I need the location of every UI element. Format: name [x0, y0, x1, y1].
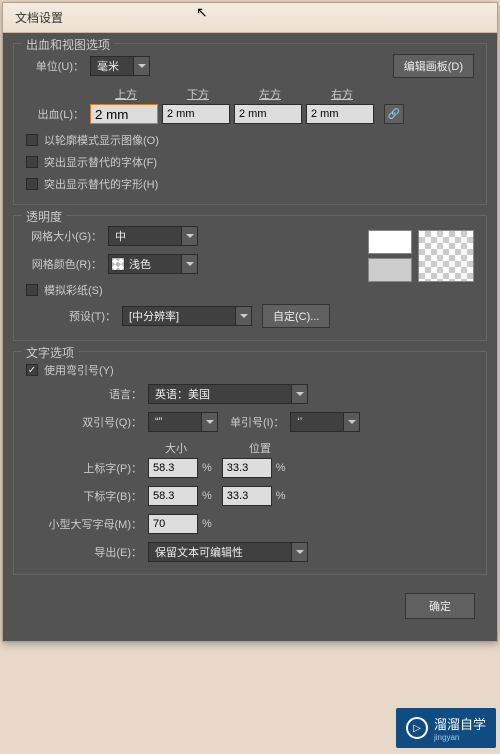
bleed-top-input[interactable]: [90, 104, 158, 124]
button-bar: 确定: [13, 585, 487, 631]
bleed-top-label: 上方: [90, 86, 162, 102]
checkbox-icon: [26, 178, 38, 190]
transparency-group: 透明度 网格大小(G)： 中 网格颜色(R)： 浅色: [13, 215, 487, 341]
simulate-paper-label: 模拟彩纸(S): [44, 282, 103, 298]
export-dropdown[interactable]: 保留文本可编辑性: [148, 542, 308, 562]
outline-mode-checkbox[interactable]: 以轮廓模式显示图像(O): [26, 132, 474, 148]
curly-quotes-label: 使用弯引号(Y): [44, 362, 114, 378]
checkbox-icon: [26, 134, 38, 146]
swatch-checker-preview: [418, 230, 474, 282]
outline-mode-label: 以轮廓模式显示图像(O): [44, 132, 159, 148]
size-header: 大小: [148, 440, 204, 456]
bleed-left-input[interactable]: [234, 104, 302, 124]
chevron-down-icon: [291, 385, 307, 403]
text-group-title: 文字选项: [22, 344, 78, 361]
preset-value: [中分辨率]: [123, 308, 235, 324]
transparency-group-title: 透明度: [22, 208, 66, 225]
bleed-group: 出血和视图选项 单位(U)： 毫米 编辑画板(D) 上方 下方 左方 右方 出血…: [13, 43, 487, 205]
single-quote-value: ‘’: [291, 416, 343, 428]
curly-quotes-checkbox[interactable]: 使用弯引号(Y): [26, 362, 474, 378]
chevron-down-icon: [343, 413, 359, 431]
bleed-left-label: 左方: [234, 86, 306, 102]
superscript-size-input[interactable]: [148, 458, 198, 478]
smallcaps-input[interactable]: [148, 514, 198, 534]
subscript-label: 下标字(B)：: [26, 488, 142, 504]
simulate-paper-checkbox[interactable]: 模拟彩纸(S): [26, 282, 368, 298]
smallcaps-label: 小型大写字母(M)：: [26, 516, 142, 532]
swatch-gray[interactable]: [368, 258, 412, 282]
grid-size-dropdown[interactable]: 中: [108, 226, 198, 246]
percent-label: %: [276, 490, 286, 502]
dialog-content: 出血和视图选项 单位(U)： 毫米 编辑画板(D) 上方 下方 左方 右方 出血…: [3, 33, 497, 641]
ok-button[interactable]: 确定: [405, 593, 475, 619]
double-quote-dropdown[interactable]: “”: [148, 412, 218, 432]
bleed-bottom-label: 下方: [162, 86, 234, 102]
highlight-glyph-label: 突出显示替代的字形(H): [44, 176, 158, 192]
percent-label: %: [202, 490, 212, 502]
swatch-white[interactable]: [368, 230, 412, 254]
chevron-down-icon: [181, 255, 197, 273]
percent-label: %: [276, 462, 286, 474]
bleed-right-input[interactable]: [306, 104, 374, 124]
edit-artboards-button[interactable]: 编辑画板(D): [393, 54, 474, 78]
chevron-down-icon: [201, 413, 217, 431]
checkbox-checked-icon: [26, 364, 38, 376]
play-icon: ▷: [406, 717, 428, 739]
bleed-right-label: 右方: [306, 86, 378, 102]
subscript-pos-input[interactable]: [222, 486, 272, 506]
unit-value: 毫米: [91, 58, 133, 74]
language-value: 英语：美国: [149, 386, 291, 402]
single-quote-dropdown[interactable]: ‘’: [290, 412, 360, 432]
percent-label: %: [202, 462, 212, 474]
preset-dropdown[interactable]: [中分辨率]: [122, 306, 252, 326]
watermark-sub: jingyan: [434, 733, 486, 742]
grid-color-value: 浅色: [129, 256, 181, 272]
language-label: 语言：: [26, 386, 142, 402]
swatch-inline-icon: [111, 257, 125, 271]
unit-label: 单位(U)：: [26, 58, 84, 74]
superscript-label: 上标字(P)：: [26, 460, 142, 476]
grid-size-value: 中: [109, 228, 181, 244]
watermark-brand: 溜溜自学: [434, 714, 486, 733]
text-group: 文字选项 使用弯引号(Y) 语言： 英语：美国 双引号(Q)： “” 单引号(I…: [13, 351, 487, 575]
titlebar: 文档设置: [3, 3, 497, 33]
double-quote-value: “”: [149, 416, 201, 428]
export-label: 导出(E)：: [26, 544, 142, 560]
double-quote-label: 双引号(Q)：: [26, 414, 142, 430]
grid-color-label: 网格颜色(R)：: [26, 256, 102, 272]
bleed-label: 出血(L)：: [26, 106, 84, 122]
superscript-pos-input[interactable]: [222, 458, 272, 478]
chevron-down-icon: [181, 227, 197, 245]
window-title: 文档设置: [15, 11, 63, 25]
highlight-glyph-checkbox[interactable]: 突出显示替代的字形(H): [26, 176, 474, 192]
watermark: ▷ 溜溜自学 jingyan: [396, 708, 496, 748]
link-icon[interactable]: [384, 104, 404, 124]
bleed-group-title: 出血和视图选项: [22, 36, 114, 53]
custom-button[interactable]: 自定(C)...: [262, 304, 330, 328]
percent-label: %: [202, 518, 212, 530]
subscript-size-input[interactable]: [148, 486, 198, 506]
export-value: 保留文本可编辑性: [149, 544, 291, 560]
dialog-window: 文档设置 ↖ 出血和视图选项 单位(U)： 毫米 编辑画板(D) 上方 下方 左…: [2, 2, 498, 642]
highlight-font-checkbox[interactable]: 突出显示替代的字体(F): [26, 154, 474, 170]
position-header: 位置: [232, 440, 288, 456]
chevron-down-icon: [291, 543, 307, 561]
chevron-down-icon: [133, 57, 149, 75]
grid-color-dropdown[interactable]: 浅色: [108, 254, 198, 274]
checkbox-icon: [26, 156, 38, 168]
bleed-bottom-input[interactable]: [162, 104, 230, 124]
highlight-font-label: 突出显示替代的字体(F): [44, 154, 157, 170]
grid-size-label: 网格大小(G)：: [26, 228, 102, 244]
preset-label: 预设(T)：: [26, 308, 116, 324]
single-quote-label: 单引号(I)：: [230, 414, 284, 430]
language-dropdown[interactable]: 英语：美国: [148, 384, 308, 404]
chevron-down-icon: [235, 307, 251, 325]
unit-dropdown[interactable]: 毫米: [90, 56, 150, 76]
checkbox-icon: [26, 284, 38, 296]
